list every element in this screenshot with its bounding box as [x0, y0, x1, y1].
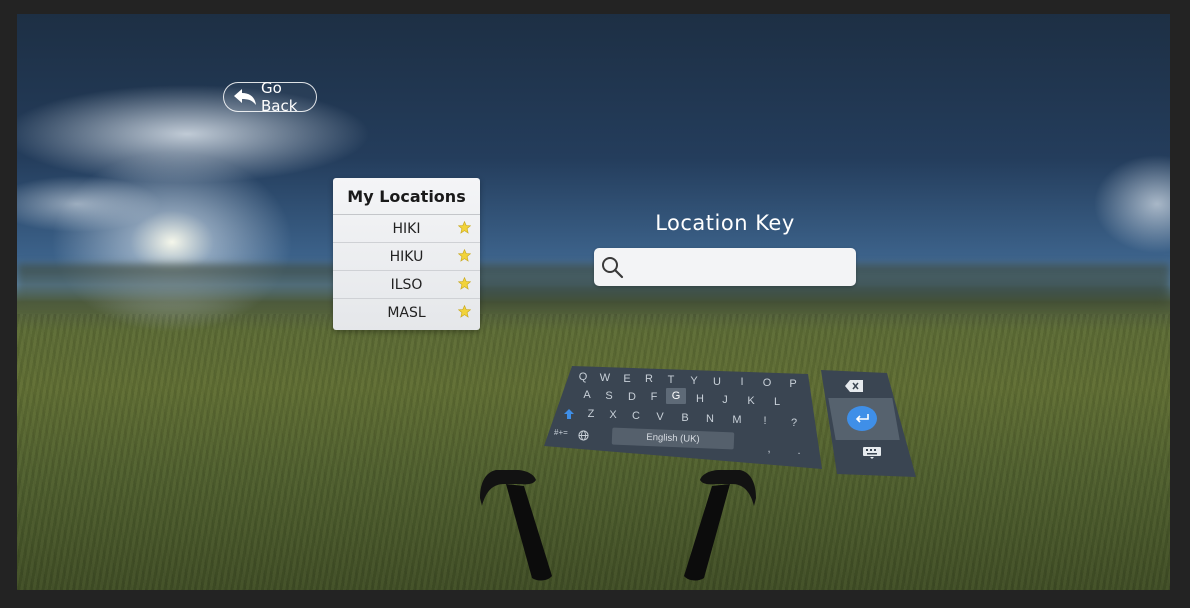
enter-icon[interactable] [847, 406, 877, 431]
key-h[interactable]: H [693, 393, 707, 405]
key-e[interactable]: E [620, 373, 634, 385]
key-s[interactable]: S [602, 390, 616, 402]
key-m[interactable]: M [730, 414, 744, 426]
key-v[interactable]: V [653, 411, 667, 423]
location-code: ILSO [390, 276, 423, 293]
tree-line [437, 282, 1170, 312]
key-comma[interactable]: , [762, 443, 776, 455]
backspace-icon[interactable] [845, 380, 863, 392]
location-item-ilso[interactable]: ILSO [333, 271, 480, 299]
star-icon[interactable] [458, 277, 471, 290]
keyboard-hide-icon[interactable] [862, 446, 882, 460]
location-key-title: Location Key [655, 211, 795, 235]
key-u[interactable]: U [710, 376, 724, 388]
vr-controller-icon [480, 470, 552, 581]
location-code: MASL [387, 304, 426, 321]
star-icon[interactable] [458, 221, 471, 234]
my-locations-panel: My Locations HIKI HIKU ILSO MASL [333, 178, 480, 330]
key-z[interactable]: Z [584, 408, 598, 420]
key-i[interactable]: I [735, 376, 749, 388]
shift-icon[interactable] [564, 407, 574, 425]
key-l[interactable]: L [770, 396, 784, 408]
vr-360-scene [17, 14, 1170, 590]
key-y[interactable]: Y [687, 375, 701, 387]
star-icon[interactable] [458, 305, 471, 318]
key-p[interactable]: P [786, 378, 800, 390]
key-j[interactable]: J [718, 394, 732, 406]
key-g[interactable]: G [666, 388, 686, 404]
key-f[interactable]: F [647, 391, 661, 403]
location-item-hiki[interactable]: HIKI [333, 215, 480, 243]
my-locations-title: My Locations [333, 178, 480, 215]
key-w[interactable]: W [598, 372, 612, 384]
grass-field [17, 314, 1170, 590]
space-bar[interactable]: English (UK) [611, 427, 735, 450]
key-n[interactable]: N [703, 413, 717, 425]
go-back-label: Go Back [261, 79, 298, 115]
key-exclamation[interactable]: ! [758, 415, 772, 427]
location-key-input[interactable] [630, 258, 834, 276]
key-period[interactable]: . [792, 445, 806, 457]
location-key-field[interactable] [594, 248, 856, 286]
back-arrow-icon [233, 88, 257, 106]
location-item-hiku[interactable]: HIKU [333, 243, 480, 271]
location-item-masl[interactable]: MASL [333, 299, 480, 326]
key-x[interactable]: X [606, 409, 620, 421]
key-c[interactable]: C [629, 410, 643, 422]
go-back-button[interactable]: Go Back [223, 79, 317, 115]
key-k[interactable]: K [744, 395, 758, 407]
search-icon [602, 257, 624, 279]
key-r[interactable]: R [642, 373, 656, 385]
symbols-key[interactable]: #+= [554, 428, 568, 437]
vr-controller-icon [684, 470, 756, 581]
key-q[interactable]: Q [576, 371, 590, 383]
key-b[interactable]: B [678, 412, 692, 424]
location-code: HIKI [392, 220, 421, 237]
key-t[interactable]: T [664, 374, 678, 386]
star-icon[interactable] [458, 249, 471, 262]
location-code: HIKU [389, 248, 424, 265]
key-question[interactable]: ? [787, 417, 801, 429]
globe-icon[interactable] [578, 428, 589, 446]
key-a[interactable]: A [580, 389, 594, 401]
key-o[interactable]: O [760, 377, 774, 389]
key-d[interactable]: D [625, 391, 639, 403]
